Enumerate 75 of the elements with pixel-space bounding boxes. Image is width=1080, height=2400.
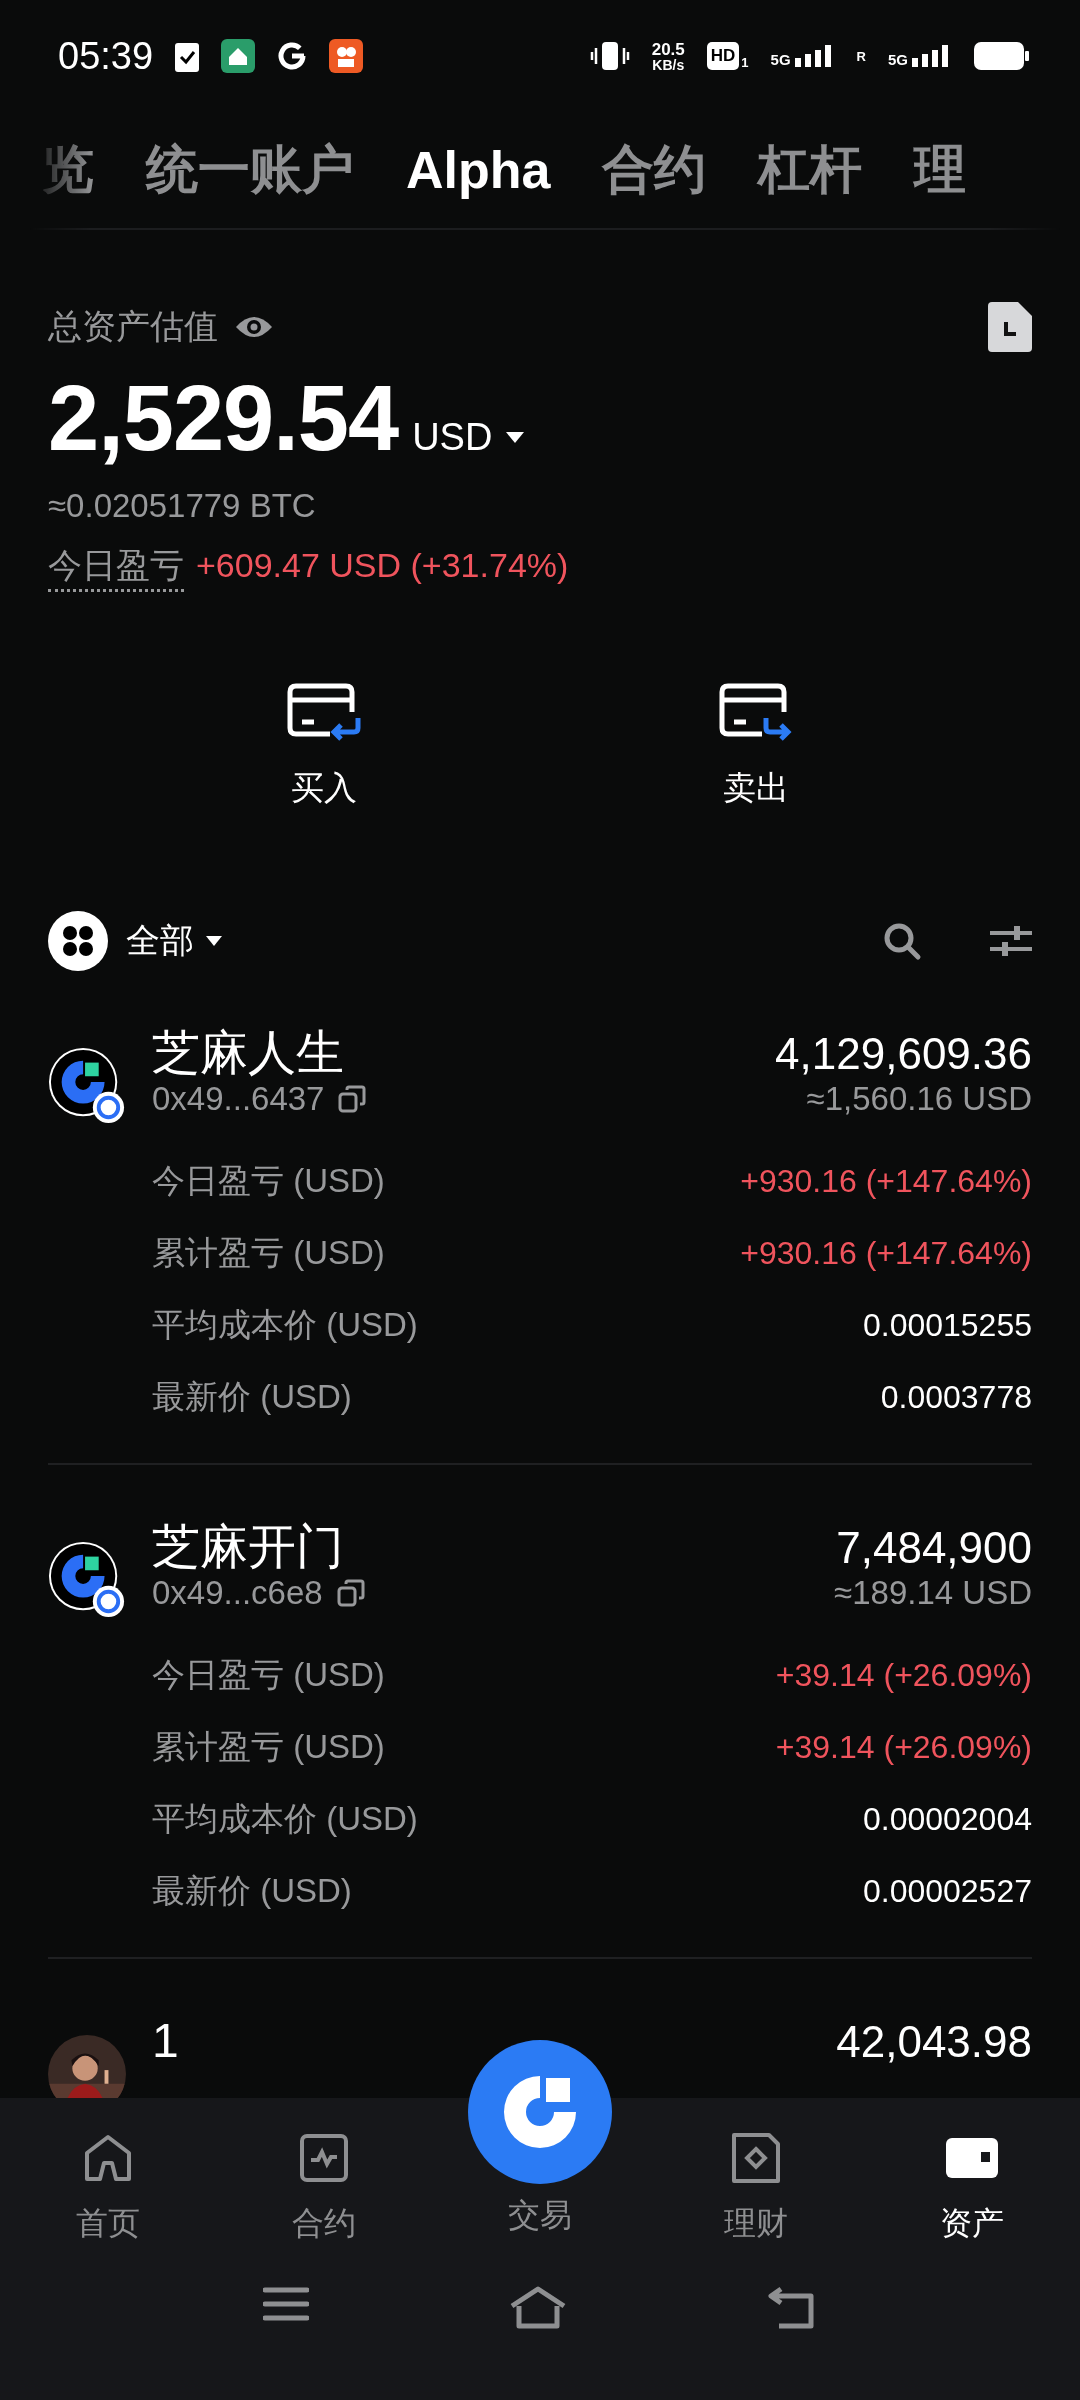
detail-label: 今日盈亏 (USD) (152, 1654, 385, 1695)
chart-icon (299, 2133, 349, 2183)
detail-label: 平均成本价 (USD) (152, 1798, 418, 1839)
tab[interactable]: 统一账户 (146, 135, 354, 205)
detail-value: 0.0003778 (880, 1378, 1032, 1416)
detail-value: 0.00015255 (862, 1306, 1032, 1344)
detail-label: 累计盈亏 (USD) (152, 1232, 385, 1273)
sliders-icon[interactable] (990, 924, 1032, 958)
detail-value: +39.14 (+26.09%) (775, 1656, 1032, 1694)
app-icon (221, 39, 256, 73)
nav-tab[interactable]: 交易 (508, 2194, 572, 2238)
battery-icon (974, 42, 1030, 70)
token-address: 0x49...6437 (152, 1079, 325, 1118)
token-amount: 7,484,900 (836, 1524, 1032, 1573)
home-icon (82, 2133, 134, 2183)
token-address: 0x49...c6e8 (152, 1573, 323, 1612)
detail-label: 累计盈亏 (USD) (152, 1726, 385, 1767)
copy-icon[interactable] (338, 1084, 367, 1113)
clock: 05:39 (58, 34, 154, 78)
google-icon (277, 41, 308, 71)
nav-tab[interactable]: 首页 (0, 2108, 216, 2278)
nav-tab[interactable]: 理财 (648, 2108, 864, 2278)
hd-index: 1 (741, 55, 749, 70)
vibrate-icon (589, 40, 630, 72)
total-assets-label: 总资产估值 (48, 306, 218, 347)
category-icon[interactable] (48, 911, 108, 971)
token-logo-icon (48, 1541, 126, 1619)
detail-value: 0.00002004 (862, 1800, 1032, 1838)
tab[interactable]: 合约 (602, 135, 707, 205)
tab[interactable]: Alpha (406, 140, 551, 200)
clipboard-icon (175, 40, 200, 72)
home-icon[interactable] (509, 2286, 567, 2330)
daily-pnl-value: +609.47 USD (+31.74%) (196, 546, 569, 585)
detail-label: 今日盈亏 (USD) (152, 1160, 385, 1201)
detail-value: 0.00002527 (862, 1872, 1032, 1910)
token-name[interactable]: 1 (152, 2015, 179, 2068)
tab[interactable]: 理 (914, 135, 967, 205)
nav-tab[interactable]: 资产 (864, 2108, 1080, 2278)
detail-value: +930.16 (+147.64%) (740, 1234, 1032, 1272)
copy-icon[interactable] (336, 1578, 365, 1607)
caret-icon (206, 936, 222, 946)
currency-selector[interactable]: USD (412, 416, 493, 459)
detail-value: +930.16 (+147.64%) (740, 1162, 1032, 1200)
roaming-indicator: R (856, 48, 866, 64)
hd-badge: HD (706, 42, 740, 70)
nav-tab[interactable]: 合约 (216, 2108, 432, 2278)
network-type: 5G (770, 52, 791, 67)
sell-button[interactable]: 卖出 (656, 682, 856, 811)
token-logo-icon (48, 1047, 126, 1125)
detail-label: 最新价 (USD) (152, 1376, 352, 1417)
total-assets-value: 2,529.54 (48, 366, 399, 471)
token-usd-value: ≈1,560.16 USD (806, 1079, 1032, 1118)
search-icon[interactable] (882, 921, 922, 961)
token-name[interactable]: 芝麻人生 (152, 1027, 344, 1080)
caret-icon[interactable] (506, 431, 525, 444)
token-name[interactable]: 芝麻开门 (152, 1521, 344, 1574)
network-speed-unit: KB/s (652, 57, 685, 72)
token-amount: 4,129,609.36 (775, 1030, 1032, 1079)
detail-value: +39.14 (+26.09%) (775, 1728, 1032, 1766)
tab[interactable]: 杠杆 (758, 135, 863, 205)
token-usd-value: ≈189.14 USD (834, 1573, 1032, 1612)
token-amount: 42,043.98 (836, 2018, 1032, 2067)
detail-label: 最新价 (USD) (152, 1870, 352, 1911)
history-icon[interactable] (988, 302, 1032, 352)
filter-dropdown[interactable]: 全部 (126, 918, 222, 964)
menu-icon[interactable] (263, 2286, 309, 2322)
buy-button[interactable]: 买入 (224, 682, 424, 811)
network-speed: 20.5 (651, 40, 685, 58)
app-icon (329, 39, 364, 73)
btc-equivalent: ≈0.02051779 BTC (48, 487, 317, 525)
back-icon[interactable] (767, 2286, 817, 2330)
network-type: 5G (888, 52, 908, 67)
daily-pnl-label[interactable]: 今日盈亏 (48, 543, 184, 592)
detail-label: 平均成本价 (USD) (152, 1304, 418, 1345)
wallet-icon (945, 2136, 999, 2180)
